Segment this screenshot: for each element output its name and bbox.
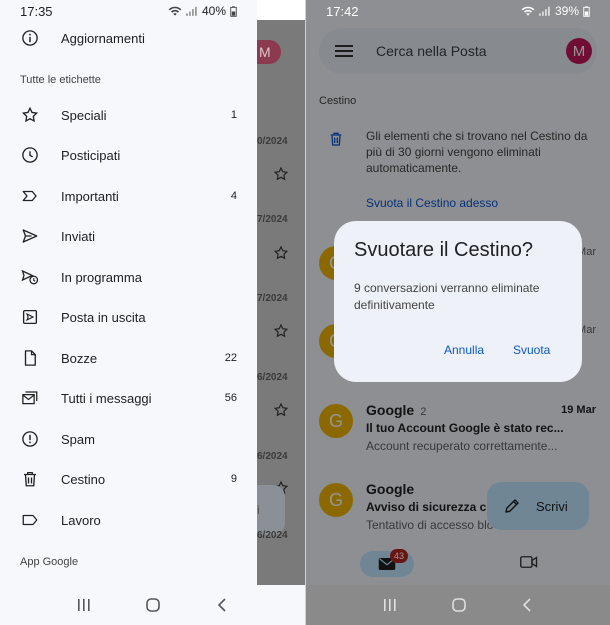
drawer-item-label: Inviati — [61, 228, 95, 244]
important-icon — [20, 186, 40, 206]
status-icons: 39% — [521, 4, 590, 18]
trash-icon — [20, 469, 40, 489]
account-avatar[interactable]: M — [257, 40, 281, 64]
battery-icon — [230, 5, 237, 17]
outbox-icon — [20, 307, 40, 327]
drawer-item-label: Posta in uscita — [61, 309, 146, 325]
labels-section-header: Tutte le etichette — [20, 74, 101, 86]
drawer-item-count: 4 — [230, 190, 237, 202]
left-screen: M 0/2024 7/2024 7/2024 6/2024 6/2024 i 6… — [0, 0, 305, 625]
home-icon[interactable] — [451, 597, 467, 613]
drawer-item-count: 9 — [230, 473, 237, 485]
scheduled-icon — [20, 267, 40, 287]
drawer-item-aggiornamenti[interactable]: Aggiornamenti — [0, 18, 257, 58]
drawer-item-inviati[interactable]: Inviati — [0, 216, 257, 256]
clock-icon — [20, 145, 40, 165]
star-icon — [20, 105, 40, 125]
all-mail-icon — [20, 388, 40, 408]
status-bar: 17:42 39% — [306, 0, 610, 22]
drawer-item-label: Posticipati — [61, 147, 121, 163]
dialog-title: Svuotare il Cestino? — [354, 239, 533, 261]
back-icon[interactable] — [521, 598, 533, 612]
drawer-item-label: Bozze — [61, 350, 98, 366]
wifi-icon — [521, 6, 535, 16]
dialog-message: 9 conversazioni verranno eliminate defin… — [354, 281, 540, 312]
info-icon — [20, 28, 40, 48]
send-icon — [20, 226, 40, 246]
empty-trash-button[interactable]: Svuota — [513, 343, 550, 357]
apps-section-header: App Google — [20, 556, 79, 568]
status-time: 17:42 — [326, 3, 359, 19]
navigation-drawer: 17:35 40% Aggiornamenti Tutte le etichet… — [0, 0, 257, 625]
drawer-item-label: Aggiornamenti — [61, 30, 145, 46]
mail-date: 0/2024 — [257, 136, 288, 147]
drawer-item-importanti[interactable]: Importanti 4 — [0, 176, 257, 216]
battery-level: 39% — [554, 4, 579, 18]
empty-trash-dialog: Svuotare il Cestino? 9 conversazioni ver… — [334, 221, 582, 382]
drawer-item-count: 22 — [224, 352, 237, 364]
drawer-item-cestino[interactable]: Cestino 9 — [0, 459, 257, 499]
mail-date: 7/2024 — [257, 293, 288, 304]
system-nav-bar — [306, 585, 610, 625]
star-icon[interactable] — [273, 245, 289, 261]
wifi-icon — [168, 6, 182, 16]
drawer-item-speciali[interactable]: Speciali 1 — [0, 95, 257, 135]
draft-icon — [20, 348, 40, 368]
drawer-item-posta-in-uscita[interactable]: Posta in uscita — [0, 297, 257, 337]
recents-icon[interactable] — [383, 598, 397, 612]
recents-icon[interactable] — [77, 598, 91, 612]
status-time: 17:35 — [20, 3, 53, 19]
mail-date: 6/2024 — [257, 451, 288, 462]
compose-fab-partial[interactable]: i — [257, 485, 285, 535]
system-nav-bar — [0, 585, 305, 625]
right-screen: Cerca nella Posta M Cestino Gli elementi… — [306, 0, 610, 625]
inbox-behind-drawer: M 0/2024 7/2024 7/2024 6/2024 6/2024 i 6… — [257, 20, 305, 585]
status-icons: 40% — [168, 4, 237, 18]
star-icon[interactable] — [273, 402, 289, 418]
mail-date: 7/2024 — [257, 214, 288, 225]
drawer-item-label: Importanti — [61, 188, 119, 204]
home-icon[interactable] — [145, 597, 161, 613]
label-icon — [20, 510, 40, 530]
drawer-item-in-programma[interactable]: In programma — [0, 257, 257, 297]
drawer-item-count: 56 — [224, 392, 237, 404]
mail-date: 6/2024 — [257, 530, 288, 541]
signal-icon — [538, 6, 550, 16]
drawer-item-label: Tutti i messaggi — [61, 390, 152, 406]
signal-icon — [185, 6, 197, 16]
drawer-item-tutti-i-messaggi[interactable]: Tutti i messaggi 56 — [0, 378, 257, 418]
drawer-item-label: Speciali — [61, 107, 107, 123]
drawer-item-label: Cestino — [61, 471, 106, 487]
cancel-button[interactable]: Annulla — [444, 343, 484, 357]
mail-date: 6/2024 — [257, 372, 288, 383]
star-icon[interactable] — [273, 166, 289, 182]
battery-level: 40% — [201, 4, 226, 18]
spam-icon — [20, 429, 40, 449]
drawer-item-lavoro[interactable]: Lavoro — [0, 500, 257, 540]
drawer-item-spam[interactable]: Spam — [0, 419, 257, 459]
drawer-item-count: 1 — [230, 109, 237, 121]
drawer-item-bozze[interactable]: Bozze 22 — [0, 338, 257, 378]
star-icon[interactable] — [273, 323, 289, 339]
drawer-item-label: Lavoro — [61, 512, 101, 528]
back-icon[interactable] — [216, 598, 228, 612]
drawer-item-label: In programma — [61, 269, 142, 285]
drawer-item-label: Spam — [61, 431, 95, 447]
drawer-item-posticipati[interactable]: Posticipati — [0, 135, 257, 175]
battery-icon — [583, 5, 590, 17]
